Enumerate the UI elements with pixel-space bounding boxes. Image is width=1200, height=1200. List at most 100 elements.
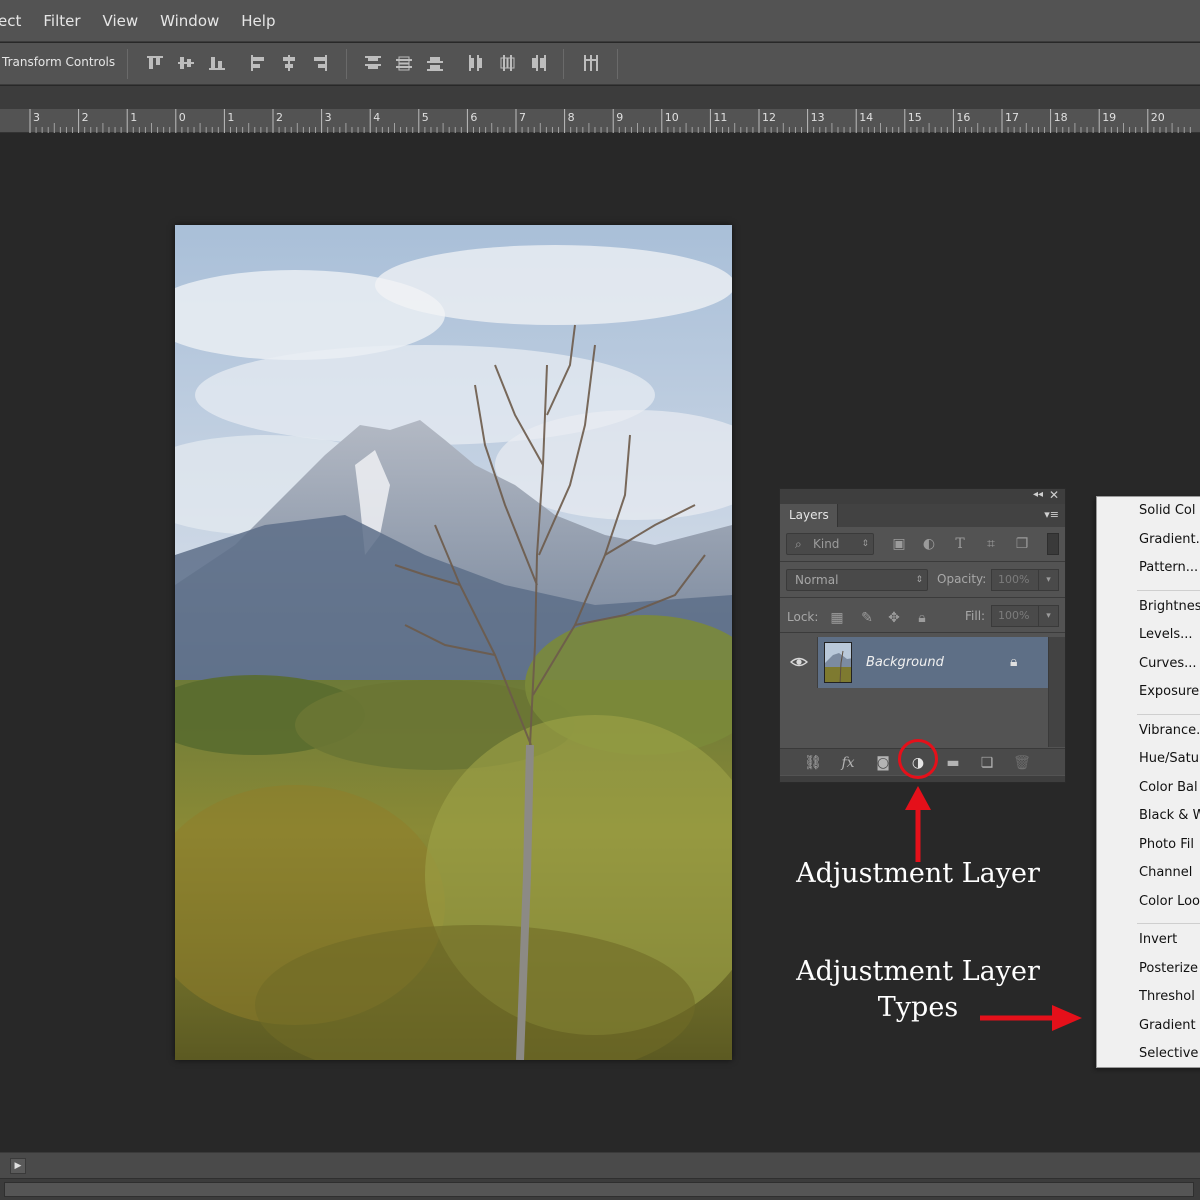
adjustment-menu-item[interactable]: Pattern...	[1139, 560, 1198, 575]
align-left-edges-icon[interactable]	[248, 53, 268, 73]
lock-all-icon[interactable]: 🔒︎	[913, 609, 931, 627]
filter-toggle[interactable]	[1047, 533, 1059, 555]
options-separator	[563, 49, 564, 79]
layer-style-fx-icon[interactable]: fx	[838, 753, 858, 773]
adjustment-menu-item[interactable]: Black & W	[1139, 808, 1200, 823]
eye-icon[interactable]	[790, 653, 808, 671]
adjustment-menu-item[interactable]: Vibrance.	[1139, 723, 1200, 738]
panel-divider	[780, 632, 1065, 633]
adjustment-menu-item[interactable]: Hue/Satu	[1139, 751, 1199, 766]
ruler-label: 10	[664, 111, 679, 124]
collapse-panel-icon[interactable]: ◂◂	[1033, 489, 1043, 500]
distribute-horizontal-centers-icon[interactable]	[497, 53, 517, 73]
panel-menu-icon[interactable]: ▾≡	[1044, 508, 1059, 521]
new-group-folder-icon[interactable]: ▬	[943, 753, 963, 773]
play-icon[interactable]: ▶	[10, 1158, 26, 1174]
document-photo[interactable]	[175, 225, 732, 1060]
pixel-layer-filter-icon[interactable]: ▣	[890, 535, 908, 553]
panel-divider	[780, 597, 1065, 598]
scrollbar-thumb[interactable]	[4, 1182, 1194, 1197]
menu-window[interactable]: Window	[149, 0, 230, 42]
lock-image-pixels-icon[interactable]: ✎	[858, 609, 876, 627]
opacity-value: 100%	[998, 573, 1030, 586]
adjustment-menu-item[interactable]: Selective	[1139, 1046, 1198, 1061]
transform-controls-label[interactable]: Transform Controls	[2, 55, 115, 69]
layers-scrollbar[interactable]	[1048, 637, 1065, 747]
chevron-down-icon[interactable]: ▾	[1038, 606, 1058, 626]
fill-value: 100%	[998, 609, 1030, 622]
distribute-right-icon[interactable]	[528, 53, 548, 73]
align-bottom-edges-icon[interactable]	[207, 53, 227, 73]
adjustment-menu-item[interactable]: Invert	[1139, 932, 1177, 947]
delete-layer-trash-icon[interactable]: 🗑︎	[1012, 753, 1032, 773]
adjustment-menu-item[interactable]: Threshol	[1139, 989, 1195, 1004]
close-panel-icon[interactable]: ✕	[1049, 488, 1059, 502]
distribute-bottom-icon[interactable]	[425, 53, 445, 73]
auto-align-layers-icon[interactable]	[581, 53, 601, 73]
annotation-adjustment-layer-types-line1: Adjustment Layer	[796, 956, 1040, 987]
ruler-label: 14	[859, 111, 874, 124]
adjustment-menu-item[interactable]: Solid Col	[1139, 503, 1195, 518]
align-top-edges-icon[interactable]	[145, 53, 165, 73]
chevron-down-icon[interactable]: ▾	[1038, 570, 1058, 590]
adjustment-layer-menu: Solid Col Gradient. Pattern... Brightnes Lev…	[1096, 496, 1200, 1068]
horizontal-scrollbar[interactable]	[0, 1178, 1200, 1200]
adjustment-menu-item[interactable]: Curves...	[1139, 656, 1197, 671]
menu-view[interactable]: View	[92, 0, 150, 42]
fill-field[interactable]: 100% ▾	[991, 605, 1059, 627]
panel-divider	[780, 561, 1065, 562]
blend-mode-select[interactable]: Normal ⇕	[786, 569, 928, 591]
opacity-label: Opacity:	[937, 572, 987, 586]
adjustment-menu-item[interactable]: Gradient.	[1139, 532, 1200, 547]
align-vertical-centers-icon[interactable]	[176, 53, 196, 73]
menu-filter[interactable]: Filter	[32, 0, 91, 42]
ruler-label: 13	[810, 111, 825, 124]
align-right-edges-icon[interactable]	[310, 53, 330, 73]
link-layers-icon[interactable]: ⛓	[803, 753, 823, 773]
tab-layers[interactable]: Layers	[780, 504, 838, 527]
new-layer-icon[interactable]: ❏	[977, 753, 997, 773]
filter-kind-select[interactable]: ⌕ Kind ⇕	[786, 533, 874, 555]
ruler-label: 15	[907, 111, 922, 124]
search-icon: ⌕	[795, 537, 802, 551]
menu-separator	[1137, 923, 1200, 924]
adjustment-menu-item[interactable]: Exposure	[1139, 684, 1199, 699]
menu-select[interactable]: ect	[0, 0, 32, 42]
horizontal-ruler[interactable]: 3 2 1 0 1 2 3 4 5 6 7 8 9 10 11 12 13 14 15 16 17 18 19 20	[0, 109, 1200, 133]
opacity-field[interactable]: 100% ▾	[991, 569, 1059, 591]
ruler-label: 9	[616, 111, 624, 124]
adjustment-menu-item[interactable]: Posterize	[1139, 961, 1198, 976]
adjustment-menu-item[interactable]: Gradient	[1139, 1018, 1196, 1033]
blend-mode-value: Normal	[795, 573, 839, 587]
adjustment-menu-item[interactable]: Channel	[1139, 865, 1192, 880]
menu-help[interactable]: Help	[230, 0, 286, 42]
ruler-label: 11	[713, 111, 728, 124]
distribute-vertical-centers-icon[interactable]	[394, 53, 414, 73]
ruler-label: 2	[276, 111, 283, 124]
layer-name[interactable]: Background	[866, 655, 944, 670]
distribute-top-icon[interactable]	[363, 53, 383, 73]
adjustment-menu-item[interactable]: Color Loo	[1139, 894, 1200, 909]
adjustment-menu-item[interactable]: Levels...	[1139, 627, 1193, 642]
options-separator	[127, 49, 128, 79]
menu-separator	[1137, 589, 1200, 591]
type-layer-filter-icon[interactable]: T	[951, 535, 969, 553]
distribute-left-icon[interactable]	[466, 53, 486, 73]
adjustment-menu-item[interactable]: Color Bal	[1139, 780, 1198, 795]
adjustment-menu-item[interactable]: Brightnes	[1139, 599, 1200, 614]
ruler-label: 16	[956, 111, 971, 124]
layer-visibility-cell[interactable]	[780, 637, 818, 688]
ruler-label: 17	[1005, 111, 1019, 124]
ruler-label: 3	[324, 111, 332, 124]
ruler-label: 20	[1150, 111, 1165, 124]
adjustment-layer-filter-icon[interactable]: ◐	[920, 535, 938, 553]
smart-object-filter-icon[interactable]: ❐	[1013, 535, 1031, 553]
adjustment-menu-item[interactable]: Photo Fil	[1139, 837, 1194, 852]
options-separator	[617, 49, 618, 79]
add-layer-mask-icon[interactable]: ◙	[873, 753, 893, 773]
lock-transparent-pixels-icon[interactable]: ▦	[828, 609, 846, 627]
shape-layer-filter-icon[interactable]: ⌗	[982, 535, 1000, 553]
ruler-label: 1	[130, 111, 138, 124]
lock-position-icon[interactable]: ✥	[885, 609, 903, 627]
align-horizontal-centers-icon[interactable]	[279, 53, 299, 73]
